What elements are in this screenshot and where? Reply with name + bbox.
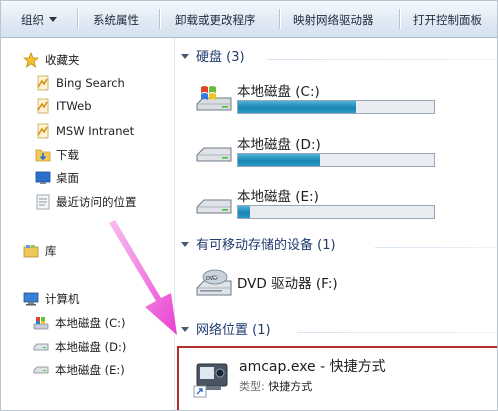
drive-c-name: 本地磁盘 (C:) xyxy=(237,84,320,100)
nav-libraries[interactable]: 库 xyxy=(1,241,174,261)
hard-drive-icon xyxy=(196,199,232,214)
uninstall-button[interactable]: 卸载或更改程序 xyxy=(175,11,256,29)
dvd-drive-name: DVD 驱动器 (F:) xyxy=(237,276,338,292)
downloads-folder-icon xyxy=(35,149,51,162)
drive-c-item[interactable]: 本地磁盘 (C:) xyxy=(195,80,495,120)
library-icon xyxy=(23,245,39,258)
organize-label: 组织 xyxy=(21,13,44,27)
drive-d-item[interactable]: 本地磁盘 (D:) xyxy=(195,133,495,173)
control-panel-button[interactable]: 打开控制面板 xyxy=(413,11,482,29)
drive-e-item[interactable]: 本地磁盘 (E:) xyxy=(195,185,495,225)
nav-drive-e[interactable]: 本地磁盘 (E:) xyxy=(1,360,174,380)
group-divider xyxy=(297,332,497,333)
nav-itweb-label: ITWeb xyxy=(56,99,92,113)
map-drive-button[interactable]: 映射网络驱动器 xyxy=(293,11,374,29)
webcam-shortcut-icon xyxy=(193,363,228,398)
shortcut-type-label: 类型: xyxy=(239,380,265,393)
group-header-removable[interactable]: 有可移动存储的设备 (1) xyxy=(181,237,336,255)
star-icon xyxy=(23,52,39,68)
nav-msw-intranet[interactable]: MSW Intranet xyxy=(1,121,174,141)
toolbar-separator xyxy=(159,9,161,29)
group-header-network[interactable]: 网络位置 (1) xyxy=(181,322,271,340)
hard-drive-icon xyxy=(33,366,49,374)
nav-desktop-label: 桌面 xyxy=(56,171,79,185)
drive-d-name: 本地磁盘 (D:) xyxy=(237,137,321,153)
nav-drive-d[interactable]: 本地磁盘 (D:) xyxy=(1,337,174,357)
nav-recent-places[interactable]: 最近访问的位置 xyxy=(1,192,174,212)
nav-bing-label: Bing Search xyxy=(56,76,125,90)
shortcut-type-value: 快捷方式 xyxy=(268,380,313,393)
toolbar-separator xyxy=(399,9,401,29)
system-drive-icon xyxy=(33,317,49,330)
nav-downloads-label: 下载 xyxy=(56,148,79,162)
removable-header-label: 有可移动存储的设备 (1) xyxy=(196,238,336,253)
favorite-link-icon xyxy=(37,75,49,91)
nav-itweb[interactable]: ITWeb xyxy=(1,96,174,116)
nav-favorites-label: 收藏夹 xyxy=(45,53,80,67)
svg-text:DVD: DVD xyxy=(206,276,217,282)
nav-bing-search[interactable]: Bing Search xyxy=(1,73,174,93)
drive-c-usage-bar xyxy=(237,100,435,114)
nav-drive-c[interactable]: 本地磁盘 (C:) xyxy=(1,313,174,333)
system-drive-icon xyxy=(196,86,232,111)
command-bar: 组织 系统属性 卸载或更改程序 映射网络驱动器 打开控制面板 xyxy=(1,1,497,38)
drive-d-usage-bar xyxy=(237,153,435,167)
amcap-shortcut-item[interactable]: amcap.exe - 快捷方式 类型: 快捷方式 xyxy=(177,346,497,410)
toolbar-separator xyxy=(77,9,79,29)
toolbar-separator xyxy=(279,9,281,29)
system-properties-button[interactable]: 系统属性 xyxy=(93,11,139,29)
hard-drive-icon xyxy=(196,147,232,162)
nav-libraries-label: 库 xyxy=(45,244,57,258)
shortcut-name: amcap.exe - 快捷方式 xyxy=(239,359,386,375)
nav-drive-e-label: 本地磁盘 (E:) xyxy=(55,363,125,377)
recent-places-icon xyxy=(36,194,50,210)
drive-e-usage-fill xyxy=(238,206,250,218)
navigation-pane: 收藏夹 Bing Search ITWeb MSW Intranet 下载 桌面… xyxy=(1,38,175,410)
nav-recent-label: 最近访问的位置 xyxy=(56,195,137,209)
collapse-triangle-icon xyxy=(181,54,189,59)
nav-downloads[interactable]: 下载 xyxy=(1,145,174,165)
dvd-drive-icon: DVD xyxy=(196,269,232,296)
hdd-header-label: 硬盘 (3) xyxy=(196,50,245,65)
drive-e-usage-bar xyxy=(237,205,435,219)
nav-desktop[interactable]: 桌面 xyxy=(1,168,174,188)
dvd-drive-item[interactable]: DVD DVD 驱动器 (F:) xyxy=(195,264,495,304)
nav-computer[interactable]: 计算机 xyxy=(1,289,174,309)
drive-e-name: 本地磁盘 (E:) xyxy=(237,189,319,205)
explorer-window: 组织 系统属性 卸载或更改程序 映射网络驱动器 打开控制面板 收藏夹 Bing … xyxy=(0,0,498,411)
favorite-link-icon xyxy=(37,123,49,139)
organize-button[interactable]: 组织 xyxy=(21,11,57,29)
group-header-hdd[interactable]: 硬盘 (3) xyxy=(181,49,245,67)
chevron-down-icon xyxy=(49,17,57,22)
favorite-link-icon xyxy=(37,98,49,114)
shortcut-type: 类型: 快捷方式 xyxy=(239,378,312,394)
drive-d-usage-fill xyxy=(238,154,321,166)
collapse-triangle-icon xyxy=(181,242,189,247)
desktop-icon xyxy=(35,171,51,184)
nav-msw-label: MSW Intranet xyxy=(56,124,135,138)
network-header-label: 网络位置 (1) xyxy=(196,323,271,338)
nav-favorites[interactable]: 收藏夹 xyxy=(1,50,174,70)
group-divider xyxy=(267,59,497,60)
computer-icon xyxy=(23,292,39,306)
group-divider xyxy=(375,247,497,248)
hard-drive-icon xyxy=(33,343,49,351)
nav-computer-label: 计算机 xyxy=(45,292,80,306)
nav-drive-c-label: 本地磁盘 (C:) xyxy=(55,316,126,330)
nav-drive-d-label: 本地磁盘 (D:) xyxy=(55,340,127,354)
drive-c-usage-fill xyxy=(238,101,356,113)
collapse-triangle-icon xyxy=(181,327,189,332)
